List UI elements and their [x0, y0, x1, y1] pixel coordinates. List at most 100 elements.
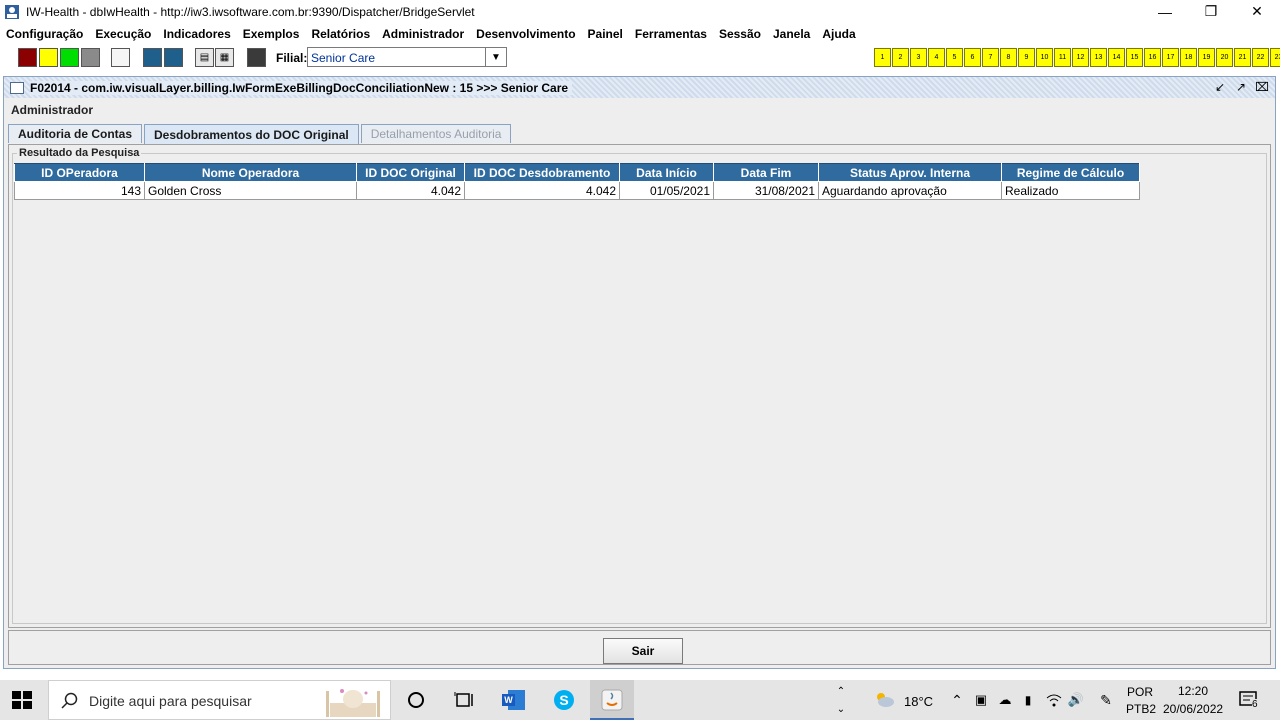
quick-button-3[interactable]: 3 — [910, 48, 927, 67]
color-swatch-blue-1[interactable] — [143, 48, 162, 67]
color-swatch-yellow[interactable] — [39, 48, 58, 67]
table-cell: Realizado — [1001, 181, 1140, 200]
wifi-icon[interactable] — [1042, 688, 1066, 712]
windows-start-icon[interactable] — [12, 691, 32, 709]
java-icon[interactable] — [600, 688, 624, 712]
color-swatch-blue-2[interactable] — [164, 48, 183, 67]
quick-button-19[interactable]: 19 — [1198, 48, 1215, 67]
taj-mahal-icon — [326, 689, 380, 717]
filial-value: Senior Care — [311, 51, 376, 65]
frame-maximize-icon[interactable]: ↗ — [1232, 79, 1250, 95]
frame-close-icon[interactable]: ⌧ — [1253, 79, 1271, 95]
menu-execucao[interactable]: Execução — [95, 27, 151, 41]
menu-administrador[interactable]: Administrador — [382, 27, 464, 41]
minimize-button[interactable]: — — [1142, 0, 1188, 23]
color-swatch-darkred[interactable] — [18, 48, 37, 67]
quick-button-16[interactable]: 16 — [1144, 48, 1161, 67]
column-header[interactable]: Data Início — [619, 163, 714, 182]
meet-now-icon[interactable]: ▣ — [969, 688, 993, 712]
battery-icon[interactable]: ▮ — [1016, 688, 1040, 712]
tray-expand-icon[interactable]: ⌃ — [945, 688, 969, 712]
exit-button[interactable]: Sair — [603, 638, 683, 664]
onedrive-icon[interactable]: ☁ — [993, 688, 1017, 712]
task-view-icon[interactable] — [452, 688, 476, 712]
column-header[interactable]: ID OPeradora — [14, 163, 145, 182]
menu-ferramentas[interactable]: Ferramentas — [635, 27, 707, 41]
volume-icon[interactable]: 🔊 — [1064, 688, 1088, 712]
quick-button-7[interactable]: 7 — [982, 48, 999, 67]
column-header[interactable]: Status Aprov. Interna — [818, 163, 1002, 182]
results-table: ID OPeradora Nome Operadora ID DOC Origi… — [14, 163, 1140, 200]
quick-button-18[interactable]: 18 — [1180, 48, 1197, 67]
color-swatch-black[interactable] — [247, 48, 266, 67]
keyboard-layout[interactable]: PTB2 — [1126, 702, 1156, 716]
weather-icon[interactable] — [872, 688, 896, 712]
restore-button[interactable]: ❐ — [1188, 0, 1234, 23]
window-title: IW-Health - dbIwHealth - http://iw3.iwso… — [26, 4, 475, 19]
table-cell: 31/08/2021 — [713, 181, 819, 200]
taskbar-search[interactable]: Digite aqui para pesquisar — [48, 680, 391, 720]
frame-minimize-icon[interactable]: ↙ — [1211, 79, 1229, 95]
menu-sessao[interactable]: Sessão — [719, 27, 761, 41]
search-placeholder: Digite aqui para pesquisar — [89, 693, 252, 709]
column-header[interactable]: Regime de Cálculo — [1001, 163, 1140, 182]
language-indicator[interactable]: POR — [1127, 685, 1153, 699]
quick-button-14[interactable]: 14 — [1108, 48, 1125, 67]
weather-temperature[interactable]: 18°C — [904, 694, 933, 709]
color-swatch-gray[interactable] — [81, 48, 100, 67]
quick-button-10[interactable]: 10 — [1036, 48, 1053, 67]
quick-button-20[interactable]: 20 — [1216, 48, 1233, 67]
quick-button-5[interactable]: 5 — [946, 48, 963, 67]
chevron-down-icon[interactable]: ▼ — [485, 48, 506, 66]
color-swatch-white[interactable] — [111, 48, 130, 67]
clock-date[interactable]: 20/06/2022 — [1163, 702, 1223, 716]
calculator-icon[interactable]: ▦ — [215, 48, 234, 67]
quick-button-2[interactable]: 2 — [892, 48, 909, 67]
quick-button-17[interactable]: 17 — [1162, 48, 1179, 67]
quick-button-12[interactable]: 12 — [1072, 48, 1089, 67]
quick-buttons: 1 2 3 4 5 6 7 8 9 10 11 12 13 14 15 16 1… — [874, 48, 1280, 67]
quick-button-6[interactable]: 6 — [964, 48, 981, 67]
tab-desdobramentos-doc-original[interactable]: Desdobramentos do DOC Original — [144, 124, 359, 144]
cortana-icon[interactable] — [404, 688, 428, 712]
chevron-down-icon[interactable]: ⌄ — [829, 700, 853, 718]
quick-button-8[interactable]: 8 — [1000, 48, 1017, 67]
table-cell: 01/05/2021 — [619, 181, 714, 200]
tab-auditoria-de-contas[interactable]: Auditoria de Contas — [8, 124, 143, 143]
menu-bar: Configuração Execução Indicadores Exempl… — [0, 23, 1280, 44]
column-header[interactable]: ID DOC Desdobramento — [464, 163, 620, 182]
results-group — [12, 153, 1267, 624]
quick-button-1[interactable]: 1 — [874, 48, 891, 67]
menu-configuracao[interactable]: Configuração — [6, 27, 83, 41]
table-row[interactable]: 143 Golden Cross 4.042 4.042 01/05/2021 … — [14, 181, 1140, 200]
quick-button-4[interactable]: 4 — [928, 48, 945, 67]
chevron-up-icon[interactable]: ⌃ — [829, 682, 853, 700]
menu-exemplos[interactable]: Exemplos — [243, 27, 300, 41]
quick-button-21[interactable]: 21 — [1234, 48, 1251, 67]
menu-janela[interactable]: Janela — [773, 27, 810, 41]
quick-button-9[interactable]: 9 — [1018, 48, 1035, 67]
quick-button-15[interactable]: 15 — [1126, 48, 1143, 67]
pen-icon[interactable]: ✎ — [1094, 688, 1118, 712]
filial-select[interactable]: Senior Care ▼ — [307, 47, 507, 67]
quick-button-22[interactable]: 22 — [1252, 48, 1269, 67]
menu-painel[interactable]: Painel — [588, 27, 623, 41]
menu-indicadores[interactable]: Indicadores — [163, 27, 230, 41]
quick-button-13[interactable]: 13 — [1090, 48, 1107, 67]
skype-icon[interactable]: S — [552, 688, 576, 712]
column-header[interactable]: Data Fim — [713, 163, 819, 182]
quick-button-11[interactable]: 11 — [1054, 48, 1071, 67]
table-cell: Golden Cross — [144, 181, 357, 200]
clock-time[interactable]: 12:20 — [1178, 684, 1208, 698]
word-icon[interactable]: W — [502, 688, 526, 712]
toolbar: ▤ ▦ Filial: Senior Care ▼ 1 2 3 4 5 6 7 … — [0, 45, 1280, 71]
menu-desenvolvimento[interactable]: Desenvolvimento — [476, 27, 575, 41]
column-header[interactable]: ID DOC Original — [356, 163, 465, 182]
close-button[interactable]: ✕ — [1234, 0, 1280, 23]
tree-view-icon[interactable]: ▤ — [195, 48, 214, 67]
menu-ajuda[interactable]: Ajuda — [822, 27, 855, 41]
column-header[interactable]: Nome Operadora — [144, 163, 357, 182]
menu-relatorios[interactable]: Relatórios — [311, 27, 370, 41]
color-swatch-green[interactable] — [60, 48, 79, 67]
quick-button-23[interactable]: 23 — [1270, 48, 1280, 67]
